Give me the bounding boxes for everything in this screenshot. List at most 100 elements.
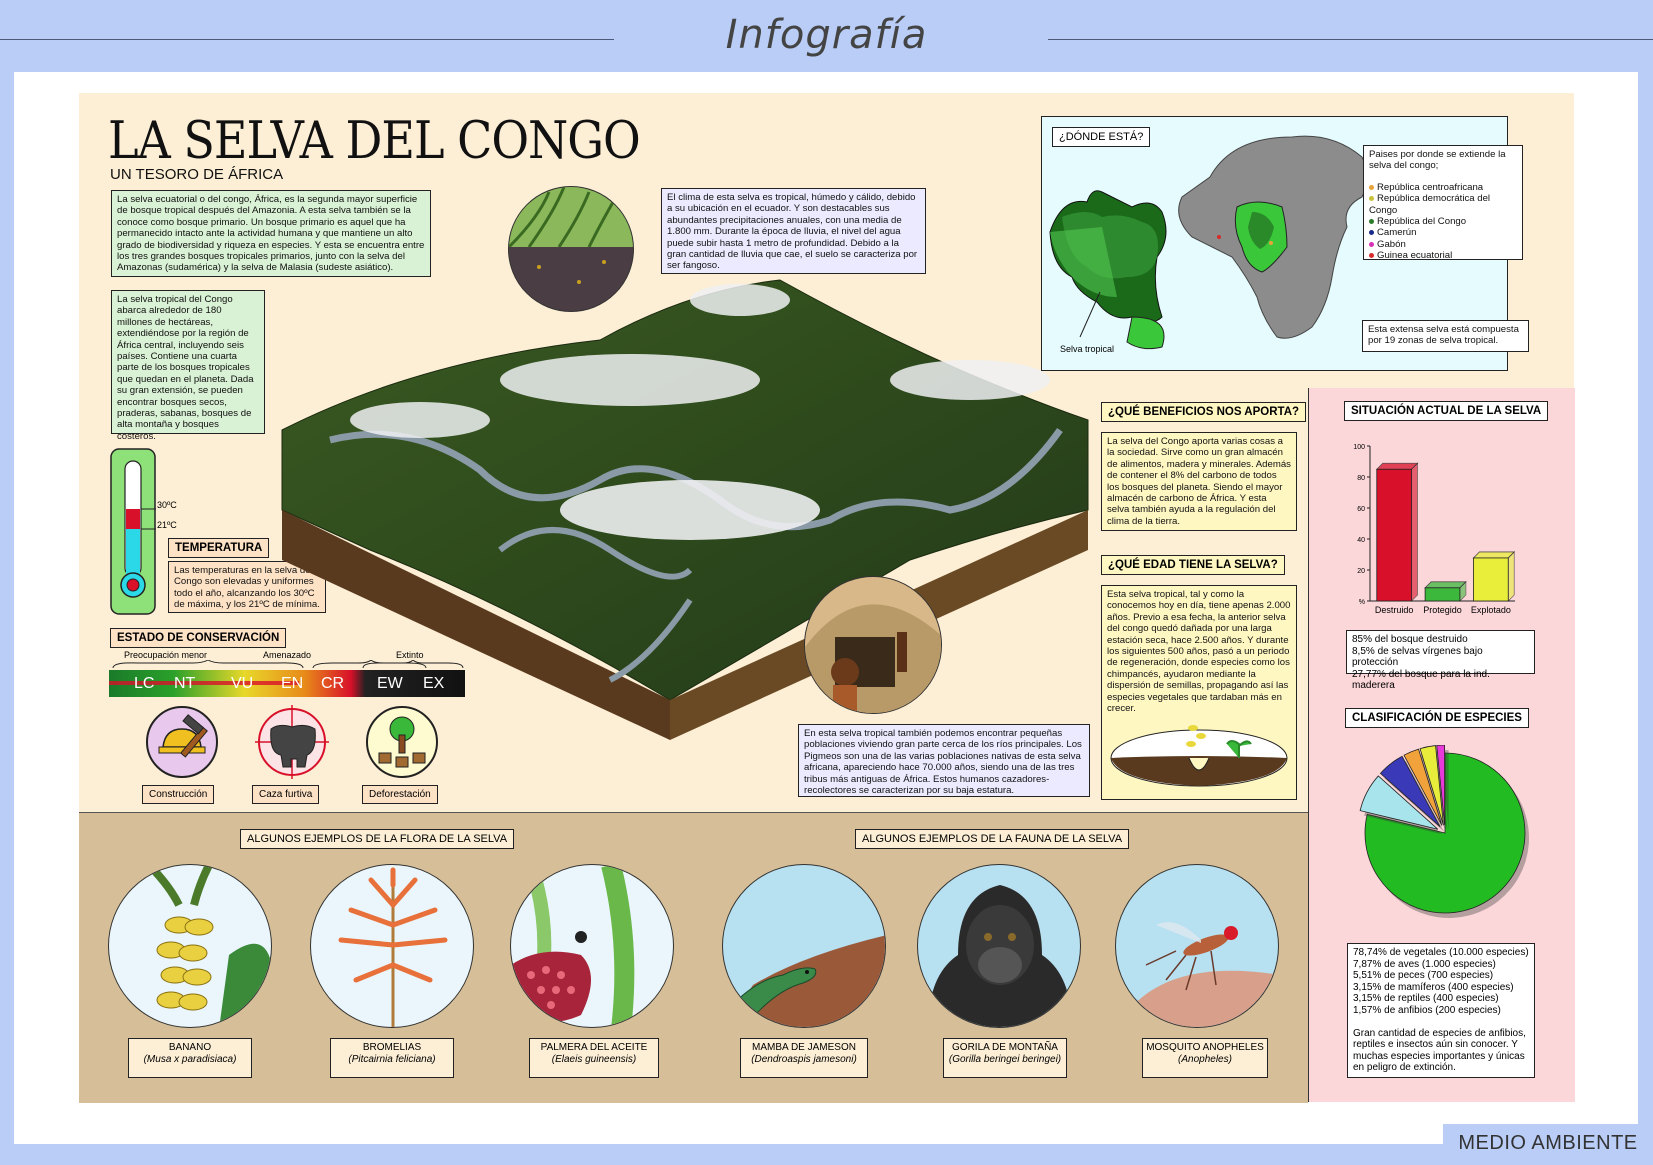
extent-text: La selva tropical del Congo abarca alred… [111,290,265,442]
country-dot-icon [1369,184,1374,190]
threat-construction: Construcción [142,785,215,804]
benefits-text: La selva del Congo aporta varias cosas a… [1101,432,1297,531]
mosquito-image [1115,864,1279,1028]
temp-low-label: 21ºC [157,520,177,530]
rainforest-block-illustration [281,279,1089,740]
age-title: ¿QUÉ EDAD TIENE LA SELVA? [1101,555,1285,575]
countries-intro: Paises por donde se extiende la selva de… [1369,149,1506,172]
country-item: Guinea ecuatorial [1369,250,1517,261]
footer-category-tag: MEDIO AMBIENTE [1443,1124,1653,1165]
country-name: Guinea ecuatorial [1377,250,1453,262]
country-dot-icon [1369,253,1374,259]
pygmy-text: En esta selva tropical también podemos e… [798,724,1090,797]
y-tick-label: 100 [1353,444,1365,451]
oil-palm-icon [511,865,635,1027]
mamba-latin: (Dendroaspis jamesoni) [751,1054,857,1065]
country-item: República centroafricana [1369,182,1517,193]
classification-list: 78,74% de vegetales (10.000 especies) 7,8… [1353,947,1529,1017]
rainforest-map-label: Selva tropical [1060,344,1115,354]
snake-icon [723,935,885,1027]
situation-title: SITUACIÓN ACTUAL DE LA SELVA [1344,401,1549,421]
classification-item: 1,57% de anfibios (200 especies) [1353,1004,1501,1016]
country-name: República del Congo [1377,216,1467,228]
country-item: República del Congo [1369,216,1517,227]
gorilla-name: GORILA DE MONTAÑA [952,1042,1058,1053]
fauna-title: ALGUNOS EJEMPLOS DE LA FAUNA DE LA SELVA [855,829,1130,849]
pygmy-village-image [804,576,942,714]
classification-item: 78,74% de vegetales (10.000 especies) [1353,947,1529,958]
gorilla-latin: (Gorilla beringei beringei) [948,1054,1062,1065]
oil-palm-latin: (Elaeis guineensis) [551,1054,637,1065]
country-name: República centroafricana [1377,181,1484,193]
mosquito-name: MOSQUITO ANOPHELES [1146,1042,1264,1053]
mosquito-latin: (Anopheles) [1178,1054,1232,1065]
bar-side [1411,462,1418,602]
hut-icon [805,604,941,713]
conservation-title: ESTADO DE CONSERVACIÓN [110,628,287,648]
stat-protected: 8,5% de selvas vírgenes bajo protección [1352,645,1483,669]
climate-text: El clima de esta selva es tropical, húme… [661,188,926,274]
zones-text: Esta extensa selva está compuesta por 19… [1362,320,1529,352]
fauna-caption-mosquito: MOSQUITO ANOPHELES (Anopheles) [1142,1038,1268,1078]
mamba-name: MAMBA DE JAMESON [752,1042,856,1053]
threat-deforestation: Deforestación [362,785,438,804]
age-text: Esta selva tropical, tal y como la conoc… [1107,589,1291,715]
temp-high-label: 30ºC [157,500,177,510]
category-label: Protegido [1423,605,1462,615]
bromelia-image [310,864,474,1028]
country-item: Camerún [1369,227,1517,238]
classification-title: CLASIFICACIÓN DE ESPECIES [1345,708,1529,728]
stat-destroyed: 85% del bosque destruido [1352,634,1468,645]
category-label: Explotado [1471,605,1511,615]
classification-item: 7,87% de aves (1.000 especies) [1353,958,1496,970]
country-dot-icon [1369,196,1374,202]
map-title: ¿DÓNDE ESTÁ? [1052,127,1151,147]
gorilla-image [917,864,1081,1028]
banana-image [108,864,272,1028]
fauna-caption-mamba: MAMBA DE JAMESON (Dendroaspis jamesoni) [740,1038,868,1078]
flora-caption-banana: BANANO (Musa x paradisiaca) [128,1038,252,1078]
bar [1424,587,1461,602]
fauna-caption-gorilla: GORILA DE MONTAÑA (Gorilla beringei beri… [943,1038,1067,1078]
bar-top [1472,551,1516,559]
threat-poaching: Caza furtiva [252,785,320,804]
y-tick-label: 80 [1357,475,1365,482]
classification-item: 5,51% de peces (700 especies) [1353,970,1494,982]
gorilla-icon [928,885,1072,1027]
oil-palm-name: PALMERA DEL ACEITE [540,1042,648,1053]
situation-bar-chart: % 20 40 60 80 100 Destruido Protegido Explotado [1353,444,1516,615]
banana-name: BANANO [168,1042,212,1053]
flora-caption-bromelia: BROMELIAS (Pitcairnia feliciana) [330,1038,454,1078]
mosquito-icon [1117,922,1278,1027]
y-tick-label: % [1359,599,1365,606]
country-list: República centroafricana República democr… [1369,182,1517,262]
code-nt: NT [174,675,196,692]
bromelia-icon [338,867,448,1027]
oil-palm-image [510,864,674,1028]
flora-title: ALGUNOS EJEMPLOS DE LA FLORA DE LA SELVA [240,829,515,849]
y-tick-label: 40 [1357,537,1365,544]
bromelia-name: BROMELIAS [362,1042,422,1053]
code-vu: VU [231,675,254,692]
benefits-title: ¿QUÉ BENEFICIOS NOS APORTA? [1101,402,1307,422]
countries-legend: Paises por donde se extiende la selva de… [1363,145,1523,262]
page-title: Infografía [725,12,928,58]
y-tick-label: 20 [1357,568,1365,575]
group-least-concern: Preocupación menor [124,650,208,660]
flora-caption-oil-palm: PALMERA DEL ACEITE (Elaeis guineensis) [529,1038,659,1078]
mamba-image [722,864,886,1028]
classification-pie-chart [1359,745,1529,918]
classification-item: 3,15% de mamíferos (400 especies) [1353,981,1514,993]
country-dot-icon [1369,241,1374,247]
infographic-title: LA SELVA DEL CONGO [108,110,641,171]
stat-logging: 27,77% del bosque para la ind. maderera [1352,668,1490,692]
country-dot-icon [1369,219,1374,224]
classification-note: Gran cantidad de especies de anfibios, r… [1353,1027,1526,1074]
situation-stats: 85% del bosque destruido 8,5% de selvas … [1346,630,1535,691]
infographic-subtitle: UN TESORO DE ÁFRICA [110,166,284,183]
country-dot-icon [1369,230,1374,236]
y-tick-label: 60 [1357,506,1365,513]
country-name: Camerún [1377,227,1417,239]
country-name: Gabón [1377,238,1406,250]
country-name: República democrática del Congo [1369,193,1491,216]
